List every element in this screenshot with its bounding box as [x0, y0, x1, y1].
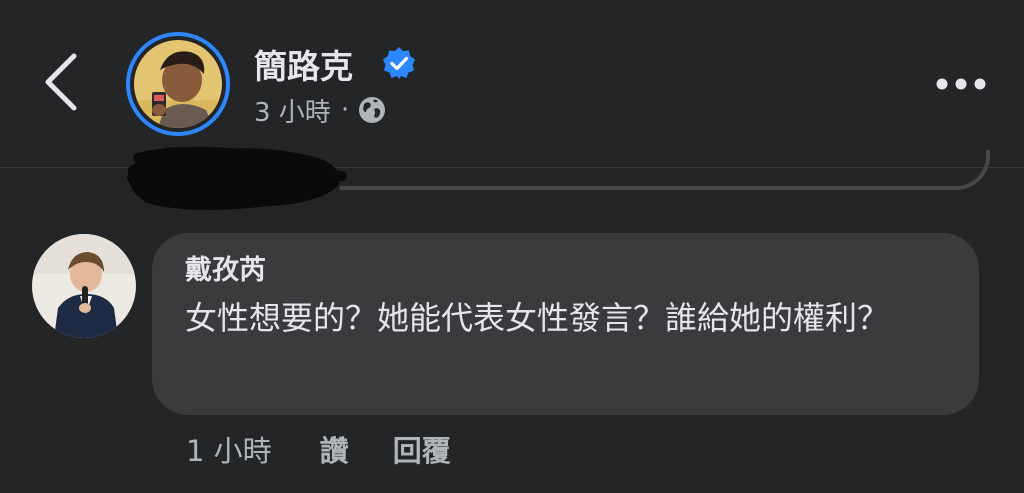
reply-button[interactable]: 回覆 — [393, 428, 451, 470]
post-meta: 3 小時 · — [254, 92, 387, 128]
post-timestamp[interactable]: 3 小時 — [254, 92, 331, 129]
comment-bubble: 戴孜芮 女性想要的？她能代表女性發言？誰給她的權利？ — [152, 233, 979, 415]
comment-text: 女性想要的？她能代表女性發言？誰給她的權利？ — [185, 299, 890, 337]
comment-actions: 1 小時 讚 回覆 — [186, 428, 451, 470]
verified-badge-icon — [383, 47, 415, 79]
more-options-button[interactable] — [930, 72, 992, 96]
more-horizontal-icon — [936, 78, 986, 90]
globe-icon — [359, 97, 386, 123]
like-button[interactable]: 讚 — [320, 428, 349, 470]
comment-timestamp[interactable]: 1 小時 — [186, 428, 272, 470]
previous-comment-bubble-edge — [340, 150, 990, 190]
commenter-avatar[interactable] — [32, 234, 136, 338]
meta-separator: · — [340, 95, 350, 125]
author-avatar-image — [134, 40, 222, 128]
chevron-left-icon — [45, 53, 77, 111]
author-avatar[interactable] — [126, 32, 230, 136]
redacted-scribble — [127, 146, 347, 210]
back-button[interactable] — [40, 50, 84, 114]
commenter-name[interactable]: 戴孜芮 — [185, 251, 266, 291]
author-name[interactable]: 簡路克 — [254, 40, 353, 88]
